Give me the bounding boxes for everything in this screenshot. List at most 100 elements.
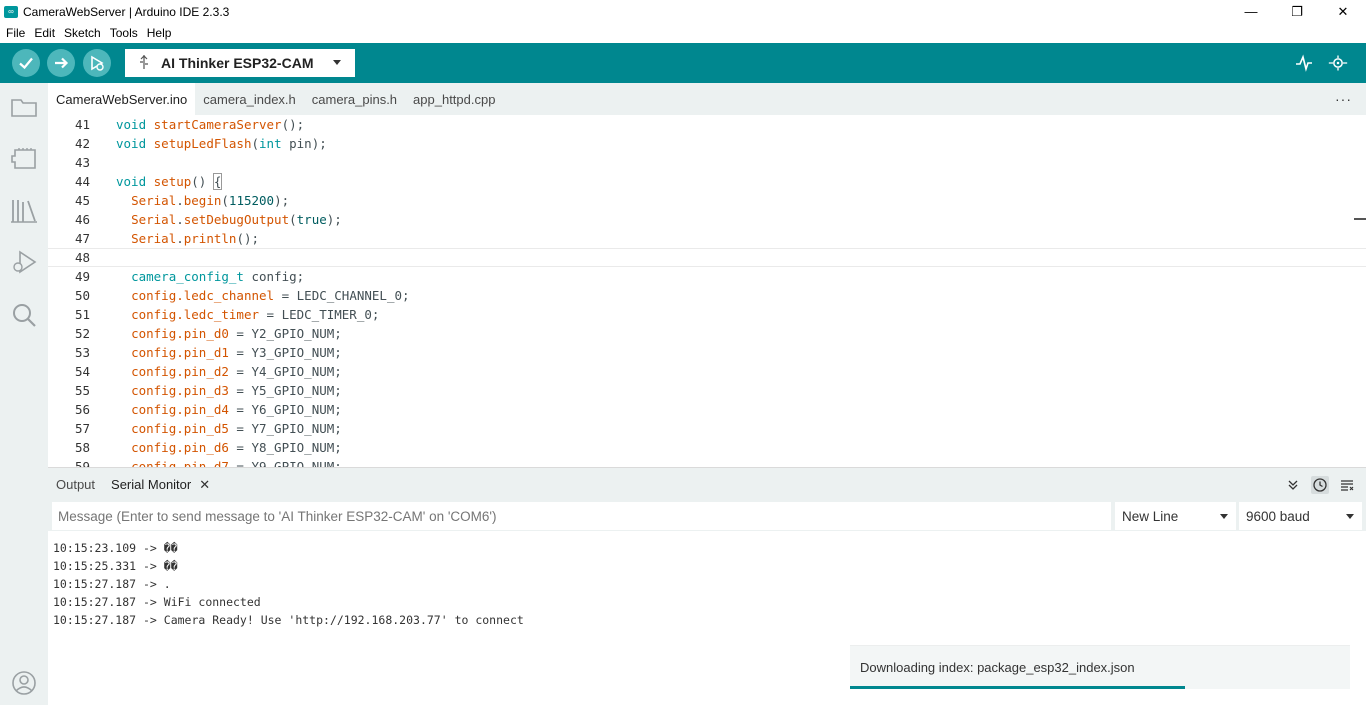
panel-tabs: Output Serial Monitor ✕ [48, 468, 1366, 501]
account-icon[interactable] [9, 668, 39, 698]
upload-button[interactable] [47, 49, 75, 77]
checkmark-icon [19, 57, 33, 70]
code-text: config.pin_d2 = Y4_GPIO_NUM; [131, 364, 342, 379]
code-line[interactable]: 51 config.ledc_timer = LEDC_TIMER_0; [48, 305, 1366, 324]
board-selector[interactable]: AI Thinker ESP32-CAM [125, 49, 355, 77]
collapse-panel-icon[interactable] [1284, 476, 1302, 494]
progress-bar [850, 686, 1185, 689]
baud-rate-select[interactable]: 9600 baud [1239, 502, 1362, 530]
line-number: 45 [74, 193, 90, 208]
close-window-button[interactable]: ✕ [1320, 0, 1366, 23]
code-line[interactable]: 53 config.pin_d1 = Y3_GPIO_NUM; [48, 343, 1366, 362]
code-text: config.pin_d6 = Y8_GPIO_NUM; [131, 440, 342, 455]
line-number: 41 [74, 117, 90, 132]
maximize-button[interactable]: ❐ [1274, 0, 1320, 23]
code-line[interactable]: 41 void startCameraServer(); [48, 115, 1366, 134]
editor-tabs: CameraWebServer.ino camera_index.h camer… [48, 83, 1366, 115]
line-number: 48 [74, 250, 90, 265]
window-title: CameraWebServer | Arduino IDE 2.3.3 [23, 4, 230, 19]
code-line[interactable]: 57 config.pin_d5 = Y7_GPIO_NUM; [48, 419, 1366, 438]
line-number: 58 [74, 440, 90, 455]
search-icon[interactable] [9, 300, 39, 330]
code-line[interactable]: 48 [48, 248, 1366, 267]
tab-camerawebserver-ino[interactable]: CameraWebServer.ino [48, 83, 196, 115]
serial-plotter-button[interactable] [1294, 53, 1314, 73]
code-text: config.pin_d5 = Y7_GPIO_NUM; [131, 421, 342, 436]
chevron-down-icon [1220, 514, 1228, 519]
code-text: config.pin_d7 = Y9_GPIO_NUM; [131, 459, 342, 467]
serial-monitor-button[interactable] [1328, 53, 1348, 73]
notification-text: Downloading index: package_esp32_index.j… [860, 660, 1135, 675]
line-number: 44 [74, 174, 90, 189]
code-text: void setup() { [116, 173, 223, 190]
code-line[interactable]: 44 void setup() { [48, 172, 1366, 191]
tab-app-httpd-cpp[interactable]: app_httpd.cpp [405, 83, 503, 115]
line-number: 59 [74, 459, 90, 467]
panel-actions [1275, 476, 1356, 494]
timestamp-toggle-icon[interactable] [1311, 476, 1329, 494]
sketchbook-icon[interactable] [9, 92, 39, 122]
code-editor[interactable]: 41 void startCameraServer(); 42 void setupL… [48, 115, 1366, 467]
menu-tools[interactable]: Tools [110, 26, 138, 40]
line-ending-select[interactable]: New Line [1115, 502, 1236, 530]
board-name: AI Thinker ESP32-CAM [161, 55, 314, 71]
debug-icon [91, 55, 104, 71]
progress-track [850, 686, 1350, 689]
menu-file[interactable]: File [6, 26, 25, 40]
line-number: 50 [74, 288, 90, 303]
clear-output-icon[interactable] [1338, 476, 1356, 494]
line-number: 57 [74, 421, 90, 436]
library-manager-icon[interactable] [9, 196, 39, 226]
code-text: Serial.begin(115200); [131, 193, 290, 208]
code-text: config.pin_d3 = Y5_GPIO_NUM; [131, 383, 342, 398]
line-number: 46 [74, 212, 90, 227]
close-icon[interactable]: ✕ [199, 477, 210, 493]
tab-camera-pins-h[interactable]: camera_pins.h [304, 83, 405, 115]
baud-rate-value: 9600 baud [1246, 508, 1310, 524]
code-line[interactable]: 54 config.pin_d2 = Y4_GPIO_NUM; [48, 362, 1366, 381]
line-ending-value: New Line [1122, 508, 1179, 524]
code-line[interactable]: 50 config.ledc_channel = LEDC_CHANNEL_0; [48, 286, 1366, 305]
serial-message-input[interactable] [52, 502, 1111, 530]
code-line[interactable]: 47 Serial.println(); [48, 229, 1366, 248]
code-text: config.pin_d1 = Y3_GPIO_NUM; [131, 345, 342, 360]
code-line[interactable]: 58 config.pin_d6 = Y8_GPIO_NUM; [48, 438, 1366, 457]
code-line[interactable]: 49 camera_config_t config; [48, 267, 1366, 286]
chevron-down-icon [1346, 514, 1354, 519]
tab-serial-monitor-label: Serial Monitor [111, 477, 192, 492]
verify-button[interactable] [12, 49, 40, 77]
line-number: 43 [74, 155, 90, 170]
code-line[interactable]: 46 Serial.setDebugOutput(true); [48, 210, 1366, 229]
boards-manager-icon[interactable] [9, 144, 39, 174]
menu-help[interactable]: Help [147, 26, 172, 40]
menu-sketch[interactable]: Sketch [64, 26, 101, 40]
line-number: 49 [74, 269, 90, 284]
more-tabs-icon[interactable]: ··· [1335, 91, 1352, 107]
line-number: 56 [74, 402, 90, 417]
line-number: 51 [74, 307, 90, 322]
debug-sidebar-icon[interactable] [9, 247, 39, 277]
tab-serial-monitor[interactable]: Serial Monitor ✕ [103, 468, 218, 501]
window-controls: — ❐ ✕ [1228, 0, 1366, 23]
debug-button[interactable] [83, 49, 111, 77]
line-number: 52 [74, 326, 90, 341]
download-notification: Downloading index: package_esp32_index.j… [850, 645, 1350, 689]
code-line[interactable]: 52 config.pin_d0 = Y2_GPIO_NUM; [48, 324, 1366, 343]
code-line[interactable]: 55 config.pin_d3 = Y5_GPIO_NUM; [48, 381, 1366, 400]
tab-camera-index-h[interactable]: camera_index.h [195, 83, 304, 115]
tab-output[interactable]: Output [48, 468, 103, 501]
code-line[interactable]: 42 void setupLedFlash(int pin); [48, 134, 1366, 153]
menu-edit[interactable]: Edit [34, 26, 55, 40]
code-line[interactable]: 56 config.pin_d4 = Y6_GPIO_NUM; [48, 400, 1366, 419]
message-row: New Line 9600 baud [48, 501, 1366, 531]
line-number: 54 [74, 364, 90, 379]
plotter-icon [1296, 54, 1312, 72]
code-line[interactable]: 45 Serial.begin(115200); [48, 191, 1366, 210]
code-line[interactable]: 59 config.pin_d7 = Y9_GPIO_NUM; [48, 457, 1366, 467]
code-text: camera_config_t config; [131, 269, 305, 284]
code-line[interactable]: 43 [48, 153, 1366, 172]
code-text: config.pin_d0 = Y2_GPIO_NUM; [131, 326, 342, 341]
serial-output: 10:15:23.109 -> �� 10:15:25.331 -> �� 10… [53, 539, 524, 629]
code-text: Serial.setDebugOutput(true); [131, 212, 342, 227]
minimize-button[interactable]: — [1228, 0, 1274, 23]
